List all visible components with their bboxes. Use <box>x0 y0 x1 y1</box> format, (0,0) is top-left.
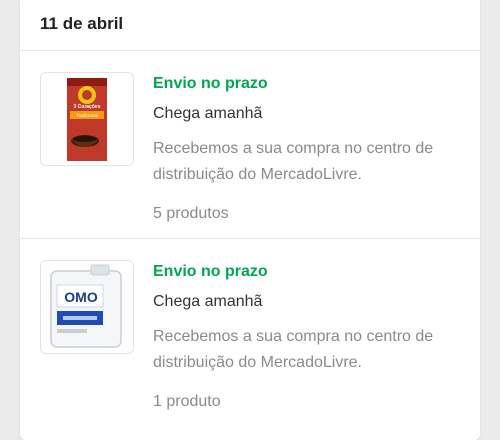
brand-text: OMO <box>64 289 98 305</box>
shipment-details: Envio no prazo Chega amanhã Recebemos a … <box>153 74 463 224</box>
date-header: 11 de abril <box>40 14 124 33</box>
shipment-description: Recebemos a sua compra no centro de dist… <box>153 328 434 371</box>
shipment-status: Envio no prazo <box>153 75 268 92</box>
product-count: 1 produto <box>153 393 221 410</box>
coffee-package-icon: 3 Corações Tradicional <box>67 78 107 161</box>
arrival-text: Chega amanhã <box>153 293 263 310</box>
arrival-text: Chega amanhã <box>153 105 263 122</box>
shipment-status: Envio no prazo <box>153 263 268 280</box>
detergent-jug-icon: OMO <box>50 264 122 348</box>
sub-text: Tradicional <box>76 113 98 118</box>
shipment-description: Recebemos a sua compra no centro de dist… <box>153 140 434 183</box>
purchases-card: 11 de abril 3 Corações Tradicional Envio… <box>20 0 480 440</box>
product-thumbnail[interactable]: 3 Corações Tradicional <box>40 72 134 166</box>
brand-text: 3 Corações <box>74 104 101 110</box>
shipment-item-1[interactable]: 3 Corações Tradicional Envio no prazo Ch… <box>20 51 480 238</box>
product-thumbnail[interactable]: OMO <box>40 260 134 354</box>
product-count: 5 produtos <box>153 205 229 222</box>
shipment-details: Envio no prazo Chega amanhã Recebemos a … <box>153 262 463 412</box>
shipment-item-2[interactable]: OMO Envio no prazo Chega amanhã Recebemo… <box>20 239 480 427</box>
